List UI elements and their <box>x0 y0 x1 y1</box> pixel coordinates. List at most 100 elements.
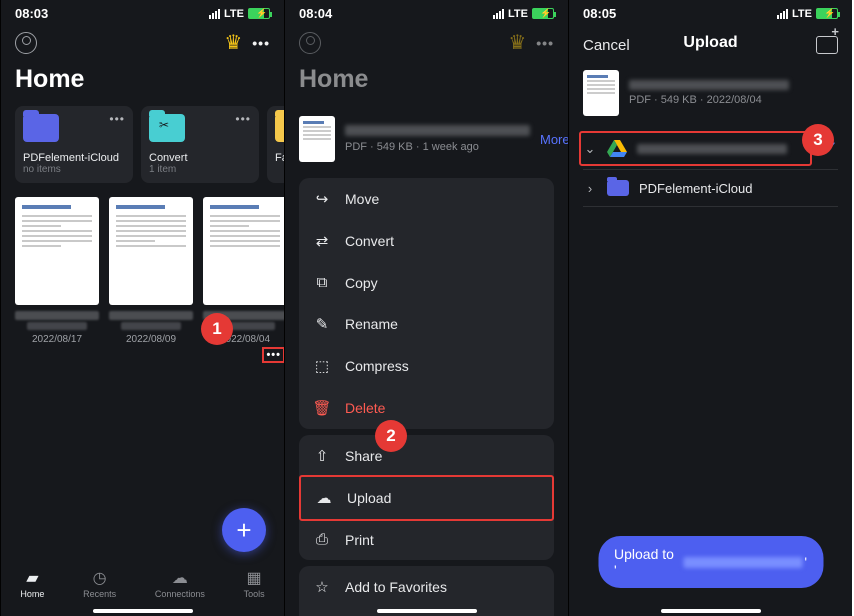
star-icon: ☆ <box>313 578 331 596</box>
cloud-icon: ☁ <box>170 569 190 587</box>
upload-to-button[interactable]: Upload to '' <box>598 536 823 588</box>
doc-thumbnail <box>15 197 99 305</box>
rename-icon: ✎ <box>313 315 331 333</box>
compress-button[interactable]: ⬚Compress <box>299 345 554 387</box>
file-meta: PDF · 549 KB · 2022/08/04 <box>629 94 838 106</box>
more-link[interactable]: More <box>540 132 568 147</box>
tab-connections[interactable]: ☁Connections <box>155 569 205 599</box>
header: ♛ ••• <box>1 24 284 61</box>
selected-file: PDF · 549 KB · 1 week ago More <box>285 106 568 172</box>
file-meta: PDF · 549 KB · 1 week ago <box>345 141 530 153</box>
home-icon: ▰ <box>22 569 42 587</box>
tab-home[interactable]: ▰Home <box>20 569 44 599</box>
new-folder-icon[interactable] <box>816 36 838 54</box>
cancel-button[interactable]: Cancel <box>583 37 630 54</box>
convert-icon: ⇄ <box>313 232 331 250</box>
status-bar: 08:04 LTE ⚡ <box>285 0 568 24</box>
tab-bar: ▰Home ◷Recents ☁Connections ▦Tools <box>1 560 284 616</box>
document-grid: 2022/08/17 2022/08/09 2022/08/04 ••• <box>1 193 284 367</box>
file-thumbnail <box>583 70 619 116</box>
upload-header: Cancel Upload <box>569 24 852 64</box>
action-menu-2: ⇧Share ☁Upload ⎙Print <box>299 435 554 560</box>
status-indicators: LTE ⚡ <box>209 8 270 20</box>
destination-label: PDFelement-iCloud <box>639 181 752 196</box>
move-icon: ↪ <box>313 190 331 208</box>
doc-name-redacted <box>109 311 193 320</box>
compress-icon: ⬚ <box>313 357 331 375</box>
folder-icon <box>23 114 59 142</box>
add-fab-button[interactable]: + <box>222 508 266 552</box>
action-menu-1: ↪Move ⇄Convert ⧉Copy ✎Rename ⬚Compress 🗑… <box>299 178 554 429</box>
folder-more-icon[interactable]: ••• <box>235 112 251 126</box>
rename-button[interactable]: ✎Rename <box>299 303 554 345</box>
clock: 08:03 <box>15 6 48 21</box>
favorite-button[interactable]: ☆Add to Favorites <box>299 566 554 608</box>
clock: 08:04 <box>299 6 332 21</box>
battery-icon: ⚡ <box>816 8 838 19</box>
account-name-redacted <box>637 144 787 154</box>
folder-more-icon[interactable]: ••• <box>109 112 125 126</box>
doc-thumbnail <box>109 197 193 305</box>
upload-button[interactable]: ☁Upload <box>299 475 554 521</box>
annotation-3: 3 <box>802 124 834 156</box>
upload-icon: ☁ <box>315 489 333 507</box>
share-icon: ⇧ <box>313 447 331 465</box>
profile-icon <box>299 32 321 54</box>
annotation-1: 1 <box>201 313 233 345</box>
copy-button[interactable]: ⧉Copy <box>299 262 554 303</box>
folder-icon: ✂ <box>149 114 185 142</box>
clock: 08:05 <box>583 6 616 21</box>
doc-name-redacted <box>15 311 99 320</box>
destination-redacted <box>683 557 802 568</box>
battery-icon: ⚡ <box>248 8 270 19</box>
grid-icon: ▦ <box>244 569 264 587</box>
screen-2-actions: 08:04 LTE ⚡ ♛ ••• Home PDF · 549 KB · 1 … <box>284 0 568 616</box>
more-icon[interactable]: ••• <box>252 35 270 51</box>
upload-file-row: PDF · 549 KB · 2022/08/04 <box>569 64 852 128</box>
move-button[interactable]: ↪Move <box>299 178 554 220</box>
status-bar: 08:05 LTE ⚡ <box>569 0 852 24</box>
annotation-2: 2 <box>375 420 407 452</box>
doc-thumbnail <box>203 197 284 305</box>
network-label: LTE <box>224 8 244 20</box>
tab-recents[interactable]: ◷Recents <box>83 569 116 599</box>
document-item[interactable]: 2022/08/09 <box>109 197 193 363</box>
trash-icon: 🗑 <box>313 399 331 417</box>
premium-icon[interactable]: ♛ <box>224 30 242 55</box>
profile-icon[interactable] <box>15 32 37 54</box>
file-name-redacted <box>345 125 530 136</box>
home-indicator[interactable] <box>377 609 477 613</box>
chevron-right-icon[interactable]: › <box>583 181 597 196</box>
premium-icon: ♛ <box>508 30 526 55</box>
print-icon: ⎙ <box>313 531 331 548</box>
signal-icon <box>777 9 788 19</box>
battery-icon: ⚡ <box>532 8 554 19</box>
folder-convert[interactable]: ••• ✂ Convert 1 item <box>141 106 259 183</box>
signal-icon <box>209 9 220 19</box>
folder-pdfelement[interactable]: ••• PDFelement-iCloud no items <box>15 106 133 183</box>
copy-icon: ⧉ <box>313 274 331 291</box>
page-title: Home <box>285 61 568 106</box>
status-indicators: LTE ⚡ <box>493 8 554 20</box>
screen-3-upload: 08:05 LTE ⚡ Cancel Upload PDF · 549 KB ·… <box>568 0 852 616</box>
home-indicator[interactable] <box>93 609 193 613</box>
delete-button[interactable]: 🗑Delete <box>299 387 554 429</box>
folder-icon <box>607 180 629 196</box>
folder-favorites[interactable]: Favori <box>267 106 284 183</box>
document-item[interactable]: 2022/08/17 <box>15 197 99 363</box>
header-dimmed: ♛ ••• <box>285 24 568 61</box>
more-icon: ••• <box>536 35 554 51</box>
doc-more-button[interactable]: ••• <box>203 345 284 363</box>
page-title: Home <box>1 61 284 106</box>
print-button[interactable]: ⎙Print <box>299 519 554 560</box>
share-button[interactable]: ⇧Share <box>299 435 554 477</box>
convert-button[interactable]: ⇄Convert <box>299 220 554 262</box>
home-indicator[interactable] <box>661 609 761 613</box>
destination-pdfelement[interactable]: › PDFelement-iCloud <box>569 170 852 206</box>
screen-1-home: 08:03 LTE ⚡ ♛ ••• Home ••• PDFelement-iC… <box>0 0 284 616</box>
file-thumbnail <box>299 116 335 162</box>
upload-title: Upload <box>683 34 737 52</box>
tab-tools[interactable]: ▦Tools <box>244 569 265 599</box>
signal-icon <box>493 9 504 19</box>
folder-icon <box>275 114 284 142</box>
